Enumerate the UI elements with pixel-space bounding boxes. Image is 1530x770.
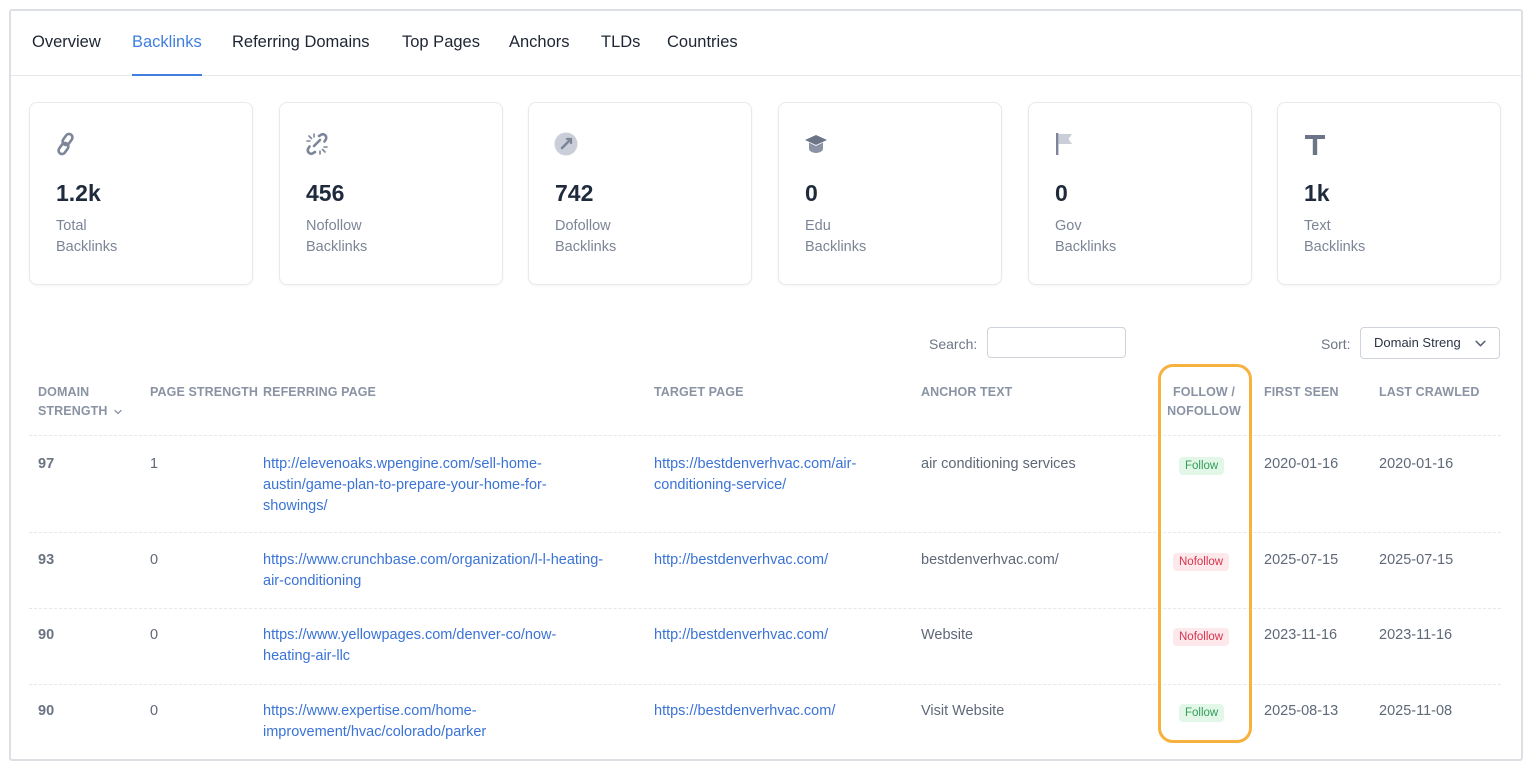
target-page-link[interactable]: https://bestdenverhvac.com/ xyxy=(654,701,835,722)
search-input[interactable] xyxy=(987,327,1126,358)
sort-selected-value: Domain Streng xyxy=(1374,335,1461,350)
referring-page-link[interactable]: https://www.crunchbase.com/organization/… xyxy=(263,550,603,592)
stat-label: Total Backlinks xyxy=(56,218,118,255)
domain-strength-cell: 90 xyxy=(38,703,55,719)
tab-anchors[interactable]: Anchors xyxy=(509,11,570,75)
first-seen-cell: 2025-07-15 xyxy=(1264,552,1339,568)
link-icon xyxy=(57,132,74,156)
flag-icon xyxy=(1056,133,1072,155)
page-strength-cell: 0 xyxy=(150,627,159,643)
last-crawled-cell: 2023-11-16 xyxy=(1379,627,1453,643)
column-header-anchor-text[interactable]: ANCHOR TEXT xyxy=(921,383,1012,402)
page-strength-cell: 0 xyxy=(150,552,159,568)
search-label: Search: xyxy=(929,336,978,352)
row-divider xyxy=(29,608,1501,609)
follow-badge: Follow xyxy=(1179,704,1225,722)
anchor-text-cell: air conditioning services xyxy=(921,456,1076,472)
tab-overview[interactable]: Overview xyxy=(32,11,101,75)
anchor-text-cell: bestdenverhvac.com/ xyxy=(921,552,1059,568)
domain-strength-cell: 93 xyxy=(38,552,55,568)
sort-label: Sort: xyxy=(1321,336,1351,352)
stat-value: 456 xyxy=(306,180,345,206)
last-crawled-cell: 2020-01-16 xyxy=(1379,456,1454,472)
stat-label: Dofollow Backlinks xyxy=(555,218,617,255)
anchor-text-cell: Visit Website xyxy=(921,703,1005,719)
sort-select[interactable]: Domain Streng xyxy=(1360,327,1500,359)
stat-card-nofollow-backlinks: 456 Nofollow Backlinks xyxy=(279,102,503,285)
row-divider xyxy=(29,684,1501,685)
tab-top-pages[interactable]: Top Pages xyxy=(402,11,480,75)
column-header-first-seen[interactable]: FIRST SEEN xyxy=(1264,383,1339,402)
stat-card-dofollow-backlinks: 742 Dofollow Backlinks xyxy=(528,102,752,285)
referring-page-link[interactable]: https://www.yellowpages.com/denver-co/no… xyxy=(263,625,556,667)
stat-label: Edu Backlinks xyxy=(805,218,867,255)
column-header-target-page[interactable]: TARGET PAGE xyxy=(654,383,744,402)
first-seen-cell: 2025-08-13 xyxy=(1264,703,1339,719)
tab-referring-domains[interactable]: Referring Domains xyxy=(232,11,370,75)
first-seen-cell: 2020-01-16 xyxy=(1264,456,1339,472)
stat-value: 1k xyxy=(1304,180,1330,206)
stat-card-gov-backlinks: 0 Gov Backlinks xyxy=(1028,102,1252,285)
follow-badge: Follow xyxy=(1179,457,1225,475)
stat-card-total-backlinks: 1.2k Total Backlinks xyxy=(29,102,253,285)
stat-label: Gov Backlinks xyxy=(1055,218,1117,255)
nofollow-badge: Nofollow xyxy=(1173,628,1230,646)
sort-chevron-icon xyxy=(114,409,122,415)
stat-label: Text Backlinks xyxy=(1304,218,1366,255)
referring-page-link[interactable]: https://www.expertise.com/home-improveme… xyxy=(263,701,486,743)
referring-page-link[interactable]: http://elevenoaks.wpengine.com/sell-home… xyxy=(263,454,547,517)
link-circle-icon xyxy=(554,132,578,156)
chevron-down-icon xyxy=(1475,340,1486,347)
last-crawled-cell: 2025-07-15 xyxy=(1379,552,1454,568)
stat-card-text-backlinks: 1k Text Backlinks xyxy=(1277,102,1501,285)
stat-label: Nofollow Backlinks xyxy=(306,218,368,255)
domain-strength-cell: 97 xyxy=(38,456,55,472)
row-divider xyxy=(29,435,1501,436)
tab-bar: Overview Backlinks Referring Domains Top… xyxy=(11,11,1521,76)
stat-card-edu-backlinks: 0 Edu Backlinks xyxy=(778,102,1002,285)
page-strength-cell: 0 xyxy=(150,703,159,719)
last-crawled-cell: 2025-11-08 xyxy=(1379,703,1453,719)
graduation-cap-icon xyxy=(805,135,827,153)
page-strength-cell: 1 xyxy=(150,456,159,472)
nofollow-badge: Nofollow xyxy=(1173,553,1230,571)
anchor-text-cell: Website xyxy=(921,627,974,643)
stat-value: 742 xyxy=(555,180,594,206)
column-header-follow-nofollow[interactable]: FOLLOW / NOFOLLOW xyxy=(1167,383,1241,421)
broken-link-icon xyxy=(306,132,328,156)
first-seen-cell: 2023-11-16 xyxy=(1264,627,1338,643)
target-page-link[interactable]: http://bestdenverhvac.com/ xyxy=(654,625,828,646)
target-page-link[interactable]: https://bestdenverhvac.com/air-condition… xyxy=(654,454,856,496)
column-header-domain-strength[interactable]: DOMAIN STRENGTH xyxy=(38,383,123,421)
tab-backlinks[interactable]: Backlinks xyxy=(132,11,202,76)
stat-value: 0 xyxy=(805,180,818,206)
tab-tlds[interactable]: TLDs xyxy=(601,11,640,75)
row-divider xyxy=(29,532,1501,533)
column-header-referring-page[interactable]: REFERRING PAGE xyxy=(263,383,376,402)
backlinks-panel: Overview Backlinks Referring Domains Top… xyxy=(9,9,1523,761)
domain-strength-cell: 90 xyxy=(38,627,55,643)
stat-value: 1.2k xyxy=(56,180,101,206)
stat-value: 0 xyxy=(1055,180,1068,206)
column-header-last-crawled[interactable]: LAST CRAWLED xyxy=(1379,383,1480,402)
tab-countries[interactable]: Countries xyxy=(667,11,738,75)
target-page-link[interactable]: http://bestdenverhvac.com/ xyxy=(654,550,828,571)
column-header-page-strength[interactable]: PAGE STRENGTH xyxy=(150,383,258,402)
text-t-icon xyxy=(1305,135,1325,155)
